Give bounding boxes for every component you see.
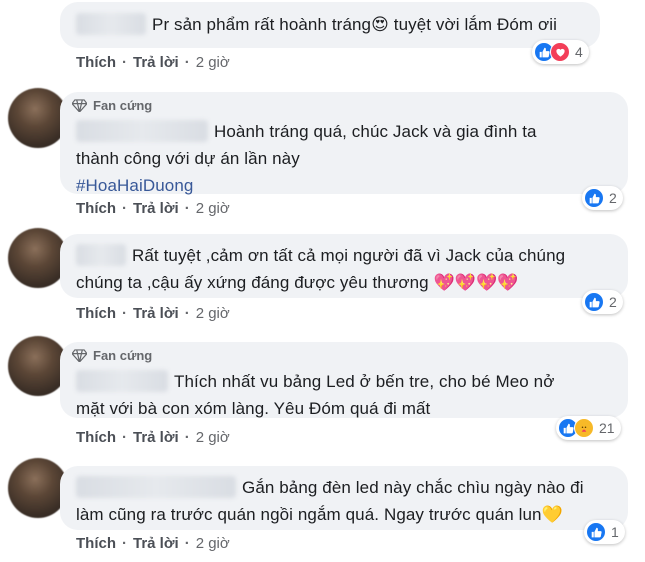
avatar[interactable] bbox=[8, 458, 68, 518]
care-icon bbox=[574, 418, 594, 438]
comment-actions: Thích · Trả lời · 2 giờ bbox=[76, 54, 230, 71]
blurred-author-name[interactable] bbox=[76, 120, 208, 142]
reaction-summary[interactable]: 21 bbox=[556, 416, 621, 440]
comment-actions: Thích · Trả lời · 2 giờ bbox=[76, 429, 230, 446]
reaction-summary[interactable]: 2 bbox=[582, 186, 623, 210]
diamond-icon bbox=[72, 99, 87, 112]
like-link[interactable]: Thích bbox=[76, 429, 116, 446]
avatar[interactable] bbox=[8, 228, 68, 288]
timestamp[interactable]: 2 giờ bbox=[196, 305, 230, 322]
comment-text: Gắn bảng đèn led này chắc chìu ngày nào … bbox=[76, 476, 584, 524]
comment-text: Hoành tráng quá, chúc Jack và gia đình t… bbox=[76, 118, 537, 199]
timestamp[interactable]: 2 giờ bbox=[196, 54, 230, 71]
reaction-summary[interactable]: 4 bbox=[532, 40, 589, 64]
hashtag-link[interactable]: #HoaHaiDuong bbox=[76, 172, 537, 199]
blurred-author-name[interactable] bbox=[76, 370, 168, 392]
reaction-count: 2 bbox=[609, 294, 617, 310]
comment-text: Rất tuyệt ,cảm ơn tất cả mọi người đã vì… bbox=[76, 244, 566, 292]
comment-text: Pr sản phẩm rất hoành tráng😍 tuyệt vời l… bbox=[76, 11, 557, 38]
avatar[interactable] bbox=[8, 336, 68, 396]
timestamp[interactable]: 2 giờ bbox=[196, 535, 230, 552]
like-link[interactable]: Thích bbox=[76, 200, 116, 217]
comment-actions: Thích · Trả lời · 2 giờ bbox=[76, 305, 230, 322]
like-icon bbox=[584, 292, 604, 312]
reaction-count: 4 bbox=[575, 44, 583, 60]
reaction-summary[interactable]: 1 bbox=[584, 520, 625, 544]
like-link[interactable]: Thích bbox=[76, 305, 116, 322]
blurred-author-name[interactable] bbox=[76, 13, 146, 35]
reply-link[interactable]: Trả lời bbox=[133, 54, 179, 71]
like-link[interactable]: Thích bbox=[76, 54, 116, 71]
comment-actions: Thích · Trả lời · 2 giờ bbox=[76, 200, 230, 217]
reaction-count: 2 bbox=[609, 190, 617, 206]
diamond-icon bbox=[72, 349, 87, 362]
reaction-summary[interactable]: 2 bbox=[582, 290, 623, 314]
reply-link[interactable]: Trả lời bbox=[133, 429, 179, 446]
timestamp[interactable]: 2 giờ bbox=[196, 429, 230, 446]
fan-badge[interactable]: Fan cứng bbox=[72, 98, 152, 113]
fan-badge[interactable]: Fan cứng bbox=[72, 348, 152, 363]
reaction-count: 1 bbox=[611, 524, 619, 540]
love-icon bbox=[550, 42, 570, 62]
comment-text: Thích nhất vu bảng Led ở bến tre, cho bé… bbox=[76, 370, 555, 418]
reply-link[interactable]: Trả lời bbox=[133, 305, 179, 322]
reply-link[interactable]: Trả lời bbox=[133, 535, 179, 552]
avatar[interactable] bbox=[8, 88, 68, 148]
like-icon bbox=[584, 188, 604, 208]
reaction-count: 21 bbox=[599, 420, 615, 436]
comment-actions: Thích · Trả lời · 2 giờ bbox=[76, 535, 230, 552]
reply-link[interactable]: Trả lời bbox=[133, 200, 179, 217]
timestamp[interactable]: 2 giờ bbox=[196, 200, 230, 217]
like-icon bbox=[586, 522, 606, 542]
blurred-author-name[interactable] bbox=[76, 244, 126, 266]
blurred-author-name[interactable] bbox=[76, 476, 236, 498]
like-link[interactable]: Thích bbox=[76, 535, 116, 552]
